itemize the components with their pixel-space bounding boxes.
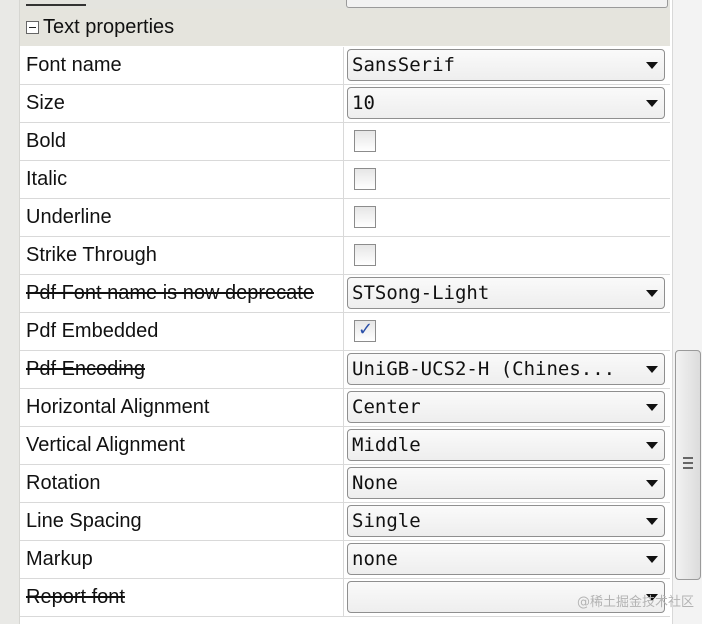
property-label: Underline bbox=[20, 199, 344, 236]
previous-row-label bbox=[26, 0, 86, 6]
property-row: Vertical Alignment Middle bbox=[20, 427, 670, 465]
chevron-down-icon[interactable] bbox=[646, 556, 658, 563]
dropdown-selected-value: SansSerif bbox=[352, 54, 455, 76]
property-dropdown[interactable]: 10 bbox=[347, 87, 665, 119]
property-row: Italic bbox=[20, 161, 670, 199]
property-value-cell: none bbox=[345, 541, 670, 578]
section-title: Text properties bbox=[43, 16, 175, 38]
property-row: Pdf Encoding UniGB-UCS2-H (Chines... bbox=[20, 351, 670, 389]
property-label: Strike Through bbox=[20, 237, 344, 274]
dropdown-selected-value: none bbox=[352, 548, 398, 570]
minus-square-icon[interactable] bbox=[26, 21, 39, 34]
dropdown-selected-value: 10 bbox=[352, 92, 375, 114]
chevron-down-icon[interactable] bbox=[646, 518, 658, 525]
property-dropdown[interactable]: UniGB-UCS2-H (Chines... bbox=[347, 353, 665, 385]
property-dropdown[interactable]: Middle bbox=[347, 429, 665, 461]
chevron-down-icon[interactable] bbox=[646, 480, 658, 487]
property-row: Strike Through bbox=[20, 237, 670, 275]
checkbox[interactable] bbox=[354, 206, 376, 228]
property-value-cell bbox=[345, 313, 670, 350]
property-label: Line Spacing bbox=[20, 503, 344, 540]
property-label: Bold bbox=[20, 123, 344, 160]
property-label: Vertical Alignment bbox=[20, 427, 344, 464]
property-dropdown[interactable]: STSong-Light bbox=[347, 277, 665, 309]
property-row: Font name SansSerif bbox=[20, 47, 670, 85]
property-dropdown[interactable]: None bbox=[347, 467, 665, 499]
property-value-cell: Middle bbox=[345, 427, 670, 464]
checkbox-checked[interactable] bbox=[354, 319, 376, 342]
property-row: Bold bbox=[20, 123, 670, 161]
property-label: Font name bbox=[20, 47, 344, 84]
checkbox[interactable] bbox=[354, 130, 376, 152]
dropdown-selected-value: UniGB-UCS2-H (Chines... bbox=[352, 358, 616, 380]
scrollbar-thumb[interactable] bbox=[675, 350, 701, 580]
property-label: Pdf Font name is now deprecate bbox=[20, 275, 344, 312]
property-label: Pdf Encoding bbox=[20, 351, 344, 388]
property-row: Pdf Font name is now deprecate STSong-Lig… bbox=[20, 275, 670, 313]
text-properties-section-header[interactable]: Text properties bbox=[20, 9, 670, 46]
chevron-down-icon[interactable] bbox=[646, 100, 658, 107]
property-value-cell bbox=[345, 199, 670, 236]
chevron-down-icon[interactable] bbox=[646, 404, 658, 411]
property-row: Pdf Embedded bbox=[20, 313, 670, 351]
vertical-scrollbar[interactable] bbox=[672, 0, 702, 624]
watermark: @稀土掘金技术社区 bbox=[576, 595, 694, 610]
property-dropdown[interactable]: Center bbox=[347, 391, 665, 423]
property-value-cell bbox=[345, 237, 670, 274]
dropdown-selected-value: STSong-Light bbox=[352, 282, 490, 304]
property-label: Report font bbox=[20, 579, 344, 616]
property-row: Markup none bbox=[20, 541, 670, 579]
dropdown-selected-value: Middle bbox=[352, 434, 421, 456]
property-row: Report font bbox=[20, 579, 670, 617]
grip-icon bbox=[683, 457, 693, 469]
property-dropdown[interactable]: SansSerif bbox=[347, 49, 665, 81]
property-value-cell: UniGB-UCS2-H (Chines... bbox=[345, 351, 670, 388]
property-label: Markup bbox=[20, 541, 344, 578]
property-label: Rotation bbox=[20, 465, 344, 502]
property-row: Line Spacing Single bbox=[20, 503, 670, 541]
property-row: Underline bbox=[20, 199, 670, 237]
property-label: Pdf Embedded bbox=[20, 313, 344, 350]
dropdown-selected-value: Single bbox=[352, 510, 421, 532]
property-label: Size bbox=[20, 85, 344, 122]
left-gutter bbox=[0, 0, 20, 624]
chevron-down-icon[interactable] bbox=[646, 62, 658, 69]
property-value-cell bbox=[345, 161, 670, 198]
dropdown-selected-value: None bbox=[352, 472, 398, 494]
checkbox[interactable] bbox=[354, 244, 376, 266]
property-value-cell bbox=[345, 123, 670, 160]
property-label: Horizontal Alignment bbox=[20, 389, 344, 426]
checkbox[interactable] bbox=[354, 168, 376, 190]
property-value-cell: Single bbox=[345, 503, 670, 540]
property-value-cell: 10 bbox=[345, 85, 670, 122]
property-rows: Font name SansSerif Size 10 Bold Italic Underl… bbox=[20, 47, 670, 617]
previous-row-field bbox=[346, 0, 668, 8]
chevron-down-icon[interactable] bbox=[646, 442, 658, 449]
property-value-cell: STSong-Light bbox=[345, 275, 670, 312]
property-label: Italic bbox=[20, 161, 344, 198]
property-value-cell: Center bbox=[345, 389, 670, 426]
dropdown-selected-value: Center bbox=[352, 396, 421, 418]
property-value-cell: SansSerif bbox=[345, 47, 670, 84]
property-sheet: Text properties Font name SansSerif Size 10… bbox=[20, 0, 670, 624]
chevron-down-icon[interactable] bbox=[646, 366, 658, 373]
property-row: Size 10 bbox=[20, 85, 670, 123]
property-dropdown[interactable]: none bbox=[347, 543, 665, 575]
chevron-down-icon[interactable] bbox=[646, 290, 658, 297]
property-value-cell: None bbox=[345, 465, 670, 502]
previous-row-fragment bbox=[20, 0, 670, 9]
property-row: Horizontal Alignment Center bbox=[20, 389, 670, 427]
property-row: Rotation None bbox=[20, 465, 670, 503]
property-dropdown[interactable]: Single bbox=[347, 505, 665, 537]
